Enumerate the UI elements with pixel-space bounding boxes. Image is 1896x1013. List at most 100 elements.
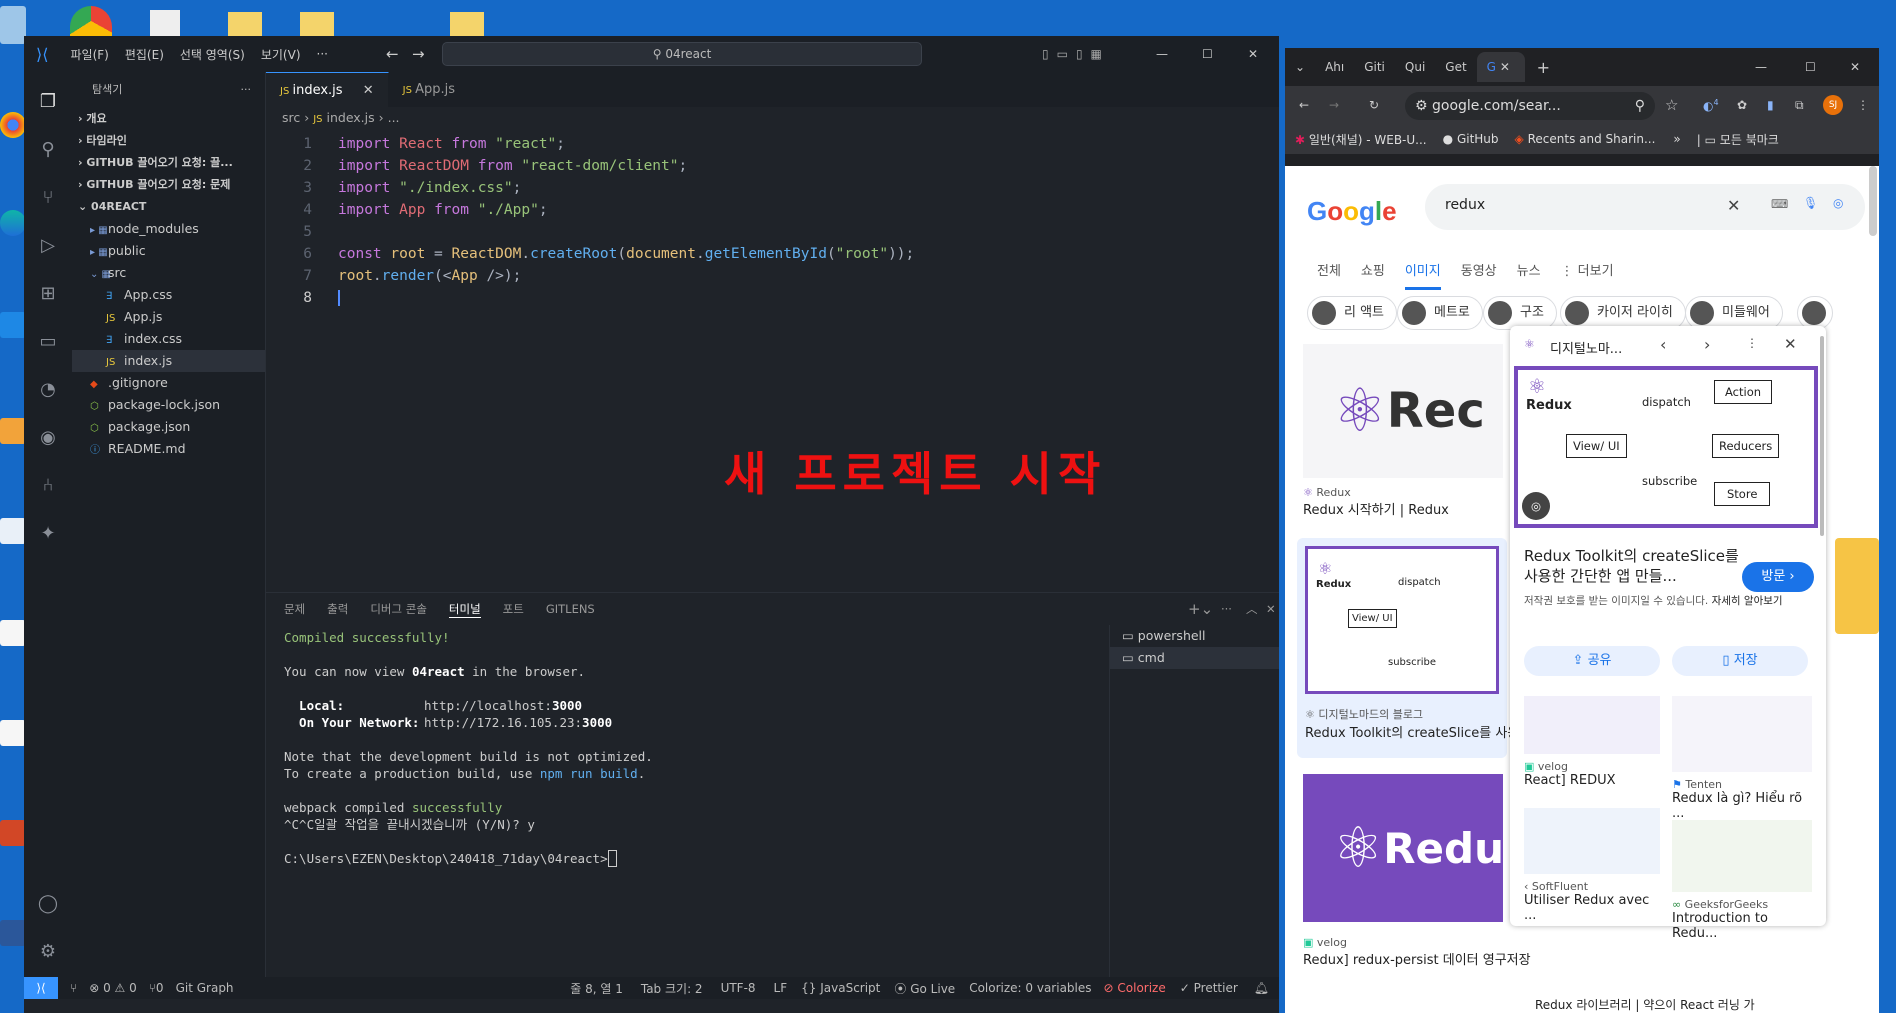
tab-output[interactable]: 출력 — [327, 601, 348, 617]
terminal-cmd[interactable]: ▭ cmd — [1110, 647, 1279, 669]
maximize-panel-icon[interactable]: ︿ — [1246, 601, 1258, 617]
search-query[interactable]: redux — [1445, 197, 1485, 213]
code-editor[interactable]: 1 import React from "react"; 2 import Reac… — [266, 129, 1279, 309]
extension-icon[interactable]: ◐4 — [1703, 98, 1719, 113]
result-title[interactable]: Redux 라이브러리 | 약으이 React 러닝 가 — [1535, 996, 1755, 1013]
filter-chip[interactable]: 카이저 라이히 — [1560, 296, 1686, 330]
browser-tab[interactable]: Giti — [1354, 52, 1395, 82]
problems-status[interactable]: ⊗ 0 ⚠ 0 — [89, 981, 137, 995]
gitlens-icon[interactable]: ◉ — [36, 426, 60, 450]
back-icon[interactable]: ← — [1299, 98, 1309, 112]
file-tree-item[interactable]: ◆ .gitignore — [72, 372, 265, 394]
prettier[interactable]: ✓ Prettier — [1180, 981, 1238, 995]
tab-ports[interactable]: 포트 — [503, 601, 524, 617]
account-icon[interactable]: ◯ — [36, 892, 60, 916]
app-icon[interactable] — [0, 312, 26, 338]
extensions-icon[interactable]: ⊞ — [36, 282, 60, 306]
close-panel-icon[interactable]: ✕ — [1266, 602, 1276, 616]
filter-chip[interactable] — [1797, 296, 1833, 330]
prev-icon[interactable]: ‹ — [1660, 335, 1666, 354]
learn-more-link[interactable]: 자세히 알아보기 — [1712, 595, 1783, 607]
browser-tab-active[interactable]: G ✕ — [1476, 52, 1525, 82]
word-icon[interactable] — [0, 920, 26, 946]
edge-icon[interactable] — [0, 210, 26, 236]
bookmark-item[interactable]: ✱ 일반(채널) - WEB-U... — [1295, 131, 1427, 148]
folder-icon[interactable] — [300, 12, 334, 36]
new-tab-button[interactable]: + — [1525, 58, 1562, 77]
browser-tab[interactable]: Qui — [1395, 52, 1435, 82]
detail-site[interactable]: 디지털노마... — [1550, 338, 1622, 357]
recycle-bin-icon[interactable] — [0, 6, 26, 44]
tab-images[interactable]: 이미지 — [1404, 260, 1441, 290]
minimize-button[interactable]: — — [1156, 47, 1168, 61]
close-button[interactable]: ✕ — [1850, 60, 1860, 74]
detail-title[interactable]: Redux Toolkit의 createSlice를 사용한 간단한 앱 만들… — [1524, 546, 1746, 586]
tab-gitlens[interactable]: GITLENS — [546, 602, 595, 616]
browser-tab[interactable]: Get — [1435, 52, 1476, 82]
breadcrumb-file[interactable]: index.js — [326, 110, 374, 125]
related-item[interactable]: ∞ GeeksforGeeks Introduction to Redu... — [1672, 820, 1812, 941]
close-panel-icon[interactable]: ✕ — [1784, 335, 1797, 353]
reload-icon[interactable]: ↻ — [1369, 98, 1379, 112]
filter-chip[interactable]: 리 액트 — [1307, 296, 1398, 330]
file-tree-item[interactable]: ∃ index.css — [72, 328, 265, 350]
extensions-puzzle-icon[interactable]: ⧉ — [1795, 98, 1804, 113]
bell-icon[interactable]: 🔔︎ — [1254, 981, 1269, 995]
related-item[interactable]: ‹ SoftFluent Utiliser Redux avec ... — [1524, 808, 1660, 923]
settings-gear-icon[interactable]: ⚙ — [36, 940, 60, 964]
browser-tab[interactable]: Ahı — [1315, 52, 1354, 82]
breadcrumb-folder[interactable]: src — [282, 110, 300, 125]
git-graph-icon[interactable]: ⑃ — [36, 474, 60, 498]
lens-search-icon[interactable]: ◎ — [1522, 492, 1550, 520]
clear-icon[interactable]: ✕ — [1727, 196, 1740, 215]
maximize-button[interactable]: ☐ — [1805, 60, 1816, 74]
tab-problems[interactable]: 문제 — [284, 601, 305, 617]
search-icon[interactable]: ⚲ — [36, 138, 60, 162]
more-actions-icon[interactable]: ··· — [241, 72, 266, 108]
filter-chip[interactable]: 메트로 — [1397, 296, 1483, 330]
image-result[interactable]: ⚛ Rec ⚛ Redux Redux 시작하기 | Redux — [1303, 344, 1503, 524]
file-tree-item[interactable]: JS App.js — [72, 306, 265, 328]
app-icon[interactable] — [0, 418, 26, 444]
testing-icon[interactable]: ✦ — [36, 522, 60, 546]
extension-icon[interactable]: ▮ — [1767, 98, 1774, 112]
tab-news[interactable]: 뉴스 — [1517, 260, 1541, 290]
page-scrollbar[interactable] — [1869, 166, 1877, 236]
tab-app-js[interactable]: JS App.js — [389, 72, 471, 107]
image-result-selected[interactable]: ⚛ Redux dispatch View/ UI subscribe ⚛ 디지… — [1297, 538, 1531, 758]
more-options-icon[interactable]: ⋮ — [1746, 336, 1758, 350]
filter-chip[interactable]: 구조 — [1483, 296, 1557, 330]
section-github-issues[interactable]: › GITHUB 끌어오기 요청: 문제 — [72, 174, 265, 196]
menu-more[interactable]: ··· — [309, 47, 336, 61]
folder-icon[interactable] — [228, 12, 262, 36]
tab-all[interactable]: 전체 — [1317, 260, 1341, 290]
remote-explorer-icon[interactable]: ▭ — [36, 330, 60, 354]
tab-more[interactable]: ⋮ 더보기 — [1561, 260, 1614, 290]
back-arrow-icon[interactable]: ← — [386, 45, 399, 63]
panel-more-icon[interactable]: ··· — [1221, 602, 1232, 616]
chrome-icon[interactable] — [70, 6, 112, 36]
terminal-powershell[interactable]: ▭ powershell — [1110, 625, 1279, 647]
colorize-vars[interactable]: Colorize: 0 variables — [969, 981, 1091, 995]
next-icon[interactable]: › — [1704, 335, 1710, 354]
run-debug-icon[interactable]: ▷ — [36, 234, 60, 258]
timeline-icon[interactable]: ◔ — [36, 378, 60, 402]
adobe-photoshop-icon[interactable] — [0, 720, 26, 746]
save-button[interactable]: ▯ 저장 — [1672, 646, 1808, 676]
project-root[interactable]: ⌄ 04REACT — [72, 196, 265, 218]
file-icon[interactable] — [150, 10, 180, 36]
git-graph-status[interactable]: Git Graph — [176, 981, 234, 995]
new-terminal-icon[interactable]: +⌄ — [1188, 600, 1213, 618]
section-timeline[interactable]: › 타임라인 — [72, 130, 265, 152]
remote-icon[interactable]: ⟩⟨ — [24, 977, 58, 999]
menu-edit[interactable]: 편집(E) — [117, 46, 172, 63]
close-tab-icon[interactable]: ✕ — [1500, 60, 1510, 74]
section-outline[interactable]: › 개요 — [72, 108, 265, 130]
tab-shopping[interactable]: 쇼핑 — [1361, 260, 1385, 290]
app-icon[interactable] — [0, 518, 26, 544]
file-tree-item[interactable]: JS index.js — [72, 350, 265, 372]
filter-chip[interactable]: 미들웨어 — [1685, 296, 1783, 330]
bookmarks-overflow[interactable]: » — [1673, 132, 1680, 146]
tab-index-js[interactable]: JS index.js ✕ — [266, 72, 389, 107]
mic-icon[interactable]: 🎙︎ — [1803, 196, 1818, 210]
